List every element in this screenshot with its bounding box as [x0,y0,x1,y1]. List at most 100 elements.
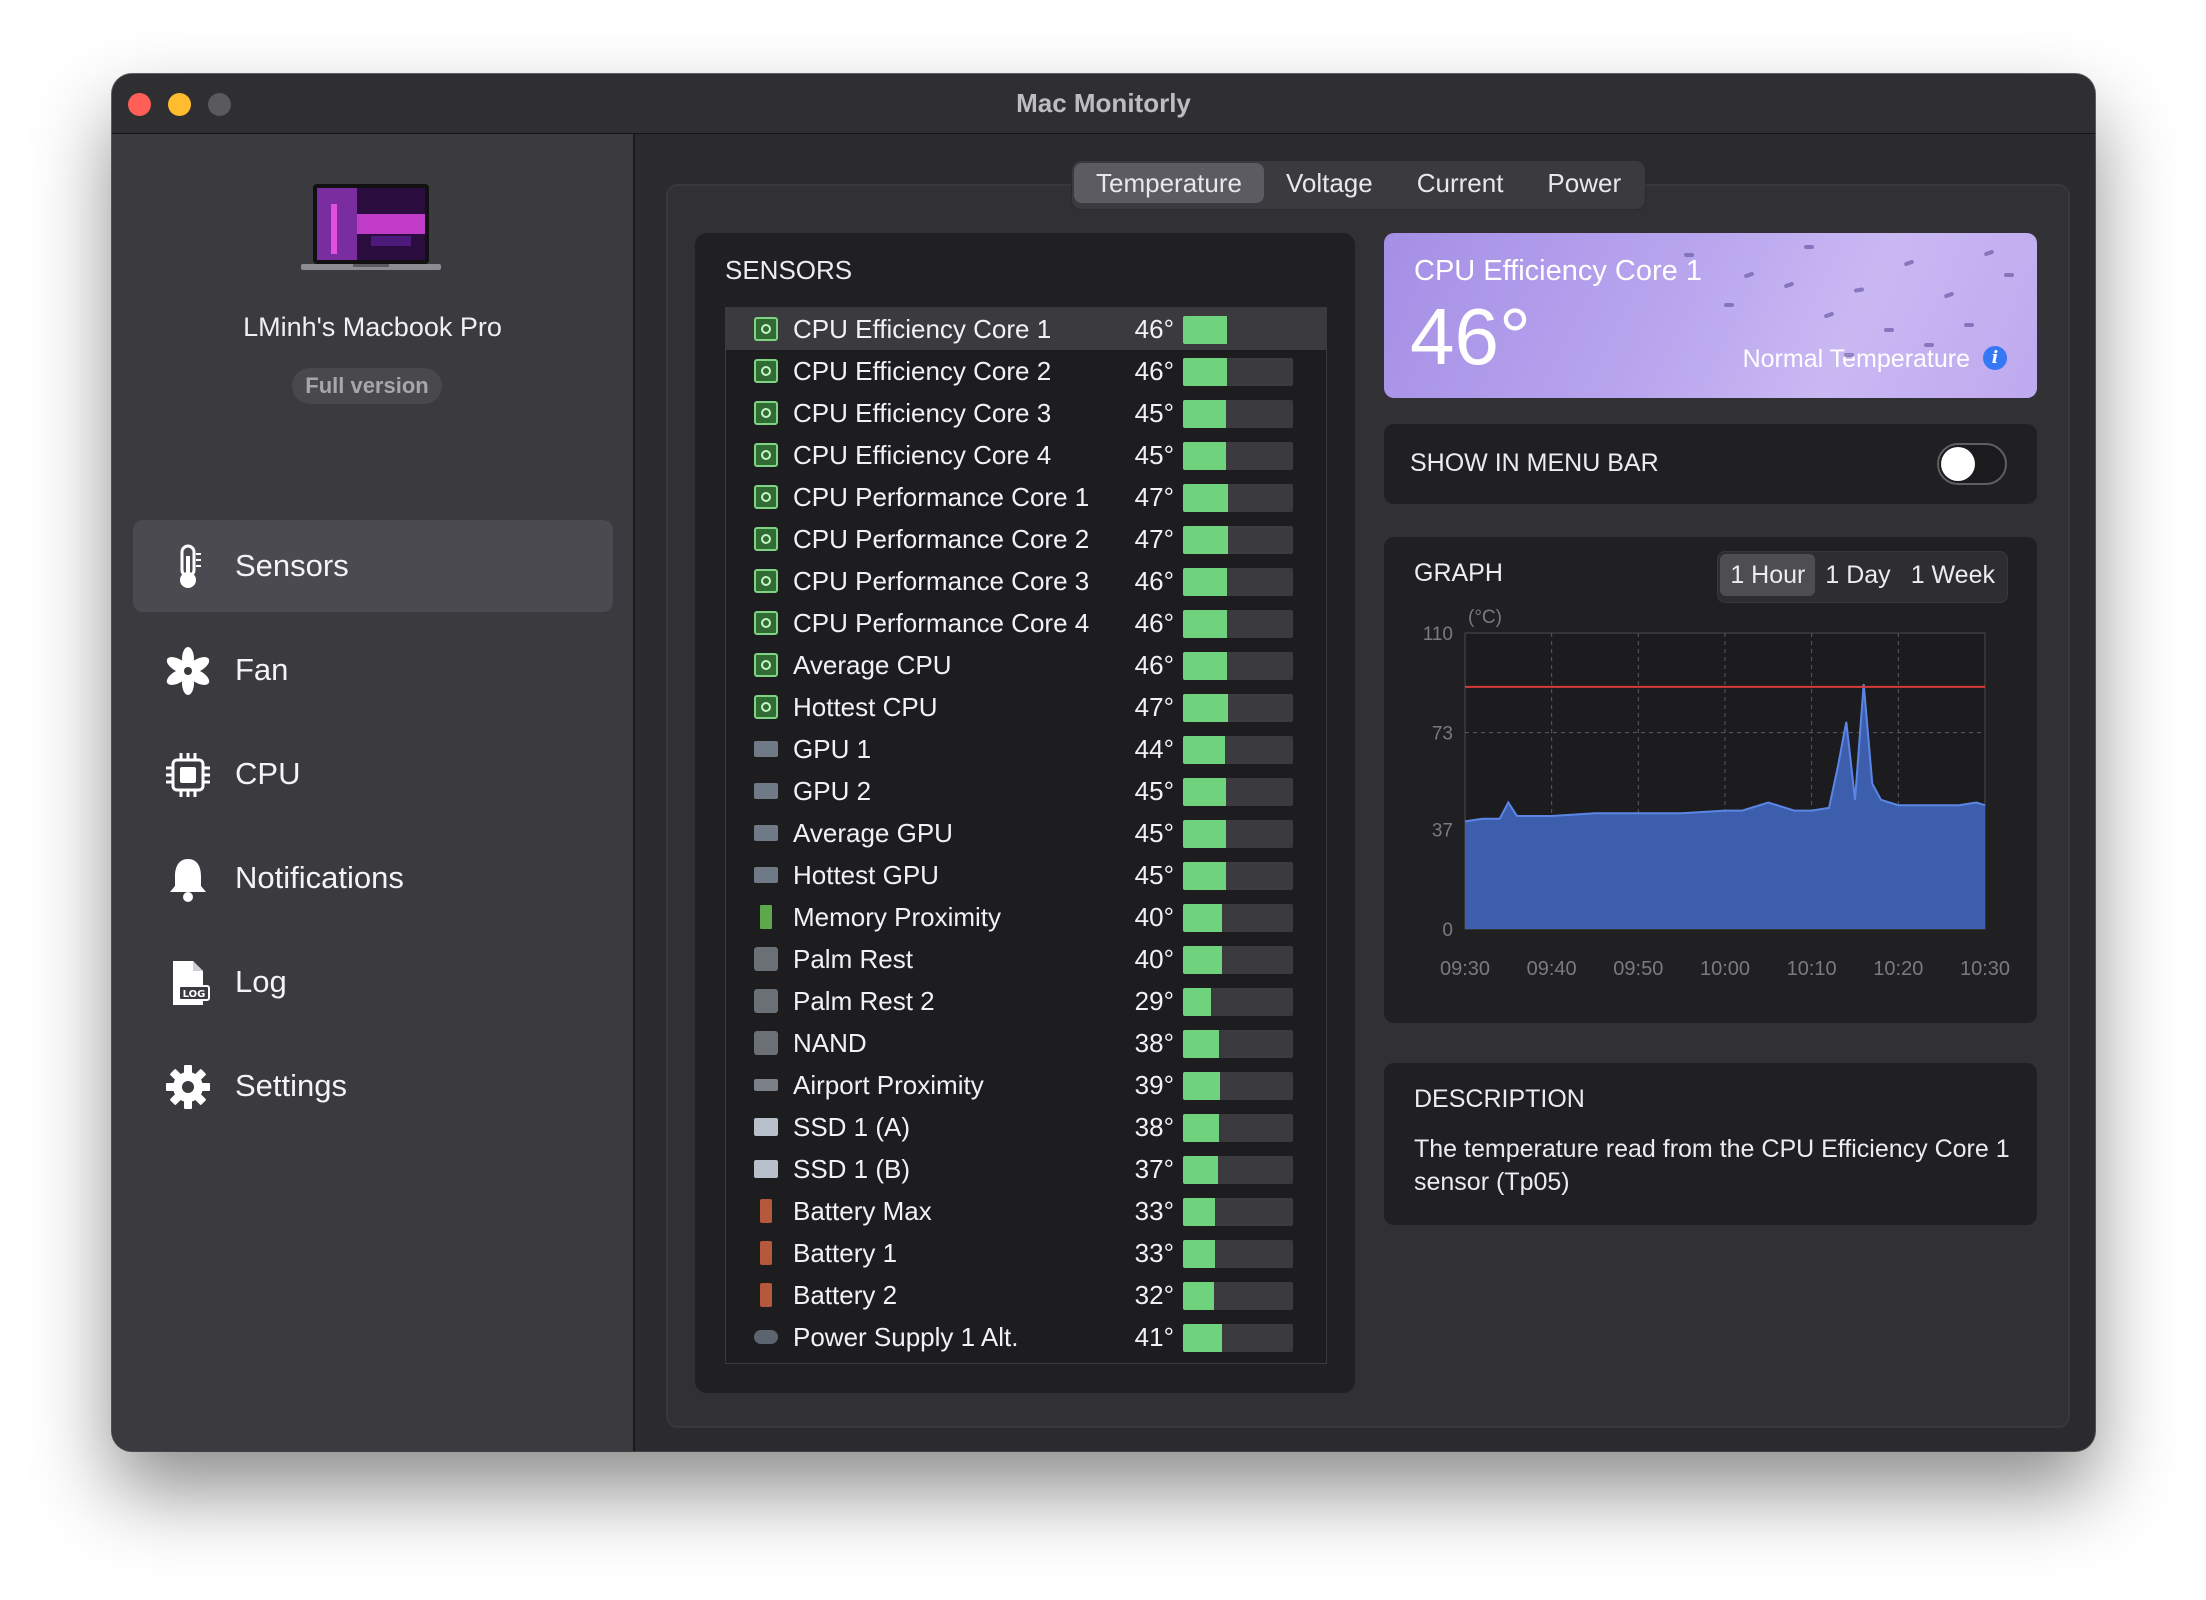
sensor-level-fill [1183,526,1229,554]
sidebar-item-fan[interactable]: Fan [133,624,613,716]
sensor-row[interactable]: SSD 1 (B) 37° [726,1148,1326,1190]
description-title: DESCRIPTION [1414,1085,1585,1113]
tab-temperature[interactable]: Temperature [1074,163,1264,203]
tab-power[interactable]: Power [1525,163,1643,203]
sensor-level-fill [1183,946,1222,974]
sensor-level-fill [1183,1324,1222,1352]
range-1-hour[interactable]: 1 Hour [1720,554,1816,596]
sensor-row[interactable]: Hottest CPU 47° [726,686,1326,728]
sensor-row[interactable]: CPU Performance Core 3 46° [726,560,1326,602]
thermometer-icon [180,544,201,588]
sensor-row[interactable]: Battery 2 32° [726,1274,1326,1316]
x-tick-label: 09:40 [1527,958,1577,980]
sensor-temperature: 39° [1134,1070,1174,1100]
sensor-gpu-icon [754,825,778,841]
sensor-level-fill [1183,694,1229,722]
graph-card: GRAPH 1 Hour 1 Day 1 Week (°C) 110 73 37 0 0… [1384,537,2037,1023]
sensor-row[interactable]: CPU Efficiency Core 4 45° [726,434,1326,476]
sensor-name: SSD 1 (A) [793,1112,911,1142]
sensor-row[interactable]: CPU Performance Core 1 47° [726,476,1326,518]
show-in-menu-bar-toggle[interactable] [1937,443,2007,485]
selected-sensor-banner: CPU Efficiency Core 1 46° Normal Tempera… [1384,233,2037,398]
sensor-row[interactable]: CPU Performance Core 4 46° [726,602,1326,644]
sensor-row[interactable]: CPU Efficiency Core 2 46° [726,350,1326,392]
sensor-temperature: 45° [1134,860,1174,890]
sensor-batt-icon [760,1283,772,1307]
sensor-row[interactable]: Palm Rest 40° [726,938,1326,980]
sensor-name: Battery Max [793,1196,932,1226]
sensor-mem-icon [760,905,772,929]
sensor-temperature: 46° [1134,356,1174,386]
sidebar-item-label: Fan [235,652,289,687]
sidebar-item-notifications[interactable]: Notifications [133,832,613,924]
sensor-name: Palm Rest [793,944,913,974]
sidebar-item-sensors[interactable]: Sensors [133,520,613,612]
sensor-level-bar [1183,946,1293,974]
sidebar-item-label: Sensors [235,548,349,583]
sensor-level-fill [1183,1282,1214,1310]
bird-decoration [1983,249,1995,257]
sensor-level-fill [1183,316,1227,344]
sidebar-item-log[interactable]: LOG Log [133,936,613,1028]
sensor-row[interactable]: Battery 1 33° [726,1232,1326,1274]
sensor-row[interactable]: Battery Max 33° [726,1190,1326,1232]
sensor-cpu-icon [754,359,778,383]
sensor-cpu-icon [754,695,778,719]
bird-decoration [1743,271,1755,279]
sensor-level-bar [1183,610,1293,638]
sensor-temperature: 32° [1134,1280,1174,1310]
y-tick-label: 73 [1432,724,1453,745]
sensor-row[interactable]: Power Supply 1 Alt. 41° [726,1316,1326,1358]
x-tick-label: 10:00 [1700,958,1750,980]
sensor-level-bar [1183,484,1293,512]
sensor-row[interactable]: Average GPU 45° [726,812,1326,854]
sensor-list[interactable]: CPU Efficiency Core 1 46° CPU Efficiency C… [725,307,1327,1364]
sidebar-item-cpu[interactable]: CPU [133,728,613,820]
sensor-row[interactable]: NAND 38° [726,1022,1326,1064]
y-tick-label: 0 [1442,920,1453,941]
sensor-level-bar [1183,694,1293,722]
sensor-level-bar [1183,736,1293,764]
sidebar-item-label: CPU [235,756,301,791]
tab-current[interactable]: Current [1395,163,1526,203]
cpu-chip-icon [166,753,210,797]
sensor-row[interactable]: Hottest GPU 45° [726,854,1326,896]
bell-icon [170,859,206,902]
range-1-week[interactable]: 1 Week [1901,554,2005,596]
sensor-temperature: 46° [1134,566,1174,596]
sensor-row[interactable]: CPU Efficiency Core 1 46° [726,308,1326,350]
selected-sensor-name: CPU Efficiency Core 1 [1414,255,1702,287]
range-1-day[interactable]: 1 Day [1815,554,1900,596]
sensor-level-fill [1183,778,1226,806]
sensor-temperature: 47° [1134,524,1174,554]
sensor-row[interactable]: Average CPU 46° [726,644,1326,686]
sensor-level-bar [1183,778,1293,806]
bird-decoration [1724,303,1734,307]
sensor-row[interactable]: CPU Efficiency Core 3 45° [726,392,1326,434]
sensor-temperature: 37° [1134,1154,1174,1184]
bird-decoration [1903,259,1915,267]
sensor-temperature: 45° [1134,776,1174,806]
sensor-level-bar [1183,568,1293,596]
bird-decoration [1844,353,1854,357]
sensor-level-bar [1183,442,1293,470]
sensor-row[interactable]: GPU 2 45° [726,770,1326,812]
sensor-row[interactable]: Airport Proximity 39° [726,1064,1326,1106]
sidebar-item-settings[interactable]: Settings [133,1040,613,1132]
sensor-row[interactable]: SSD 1 (A) 38° [726,1106,1326,1148]
sensor-row[interactable]: CPU Performance Core 2 47° [726,518,1326,560]
sensor-cpu-icon [754,401,778,425]
sensor-row[interactable]: Palm Rest 2 29° [726,980,1326,1022]
sensor-temperature: 46° [1134,314,1174,344]
tab-voltage[interactable]: Voltage [1264,163,1395,203]
sensor-row[interactable]: GPU 1 44° [726,728,1326,770]
x-tick-label: 10:20 [1873,958,1923,980]
sensor-name: Battery 2 [793,1280,898,1310]
sensor-row[interactable]: Memory Proximity 40° [726,896,1326,938]
show-in-menu-bar-card: SHOW IN MENU BAR [1384,424,2037,504]
sensors-title: SENSORS [725,255,853,285]
sensor-level-fill [1183,442,1226,470]
sensor-batt-icon [760,1199,772,1223]
sensor-level-fill [1183,1198,1215,1226]
info-icon[interactable]: i [1983,346,2007,370]
